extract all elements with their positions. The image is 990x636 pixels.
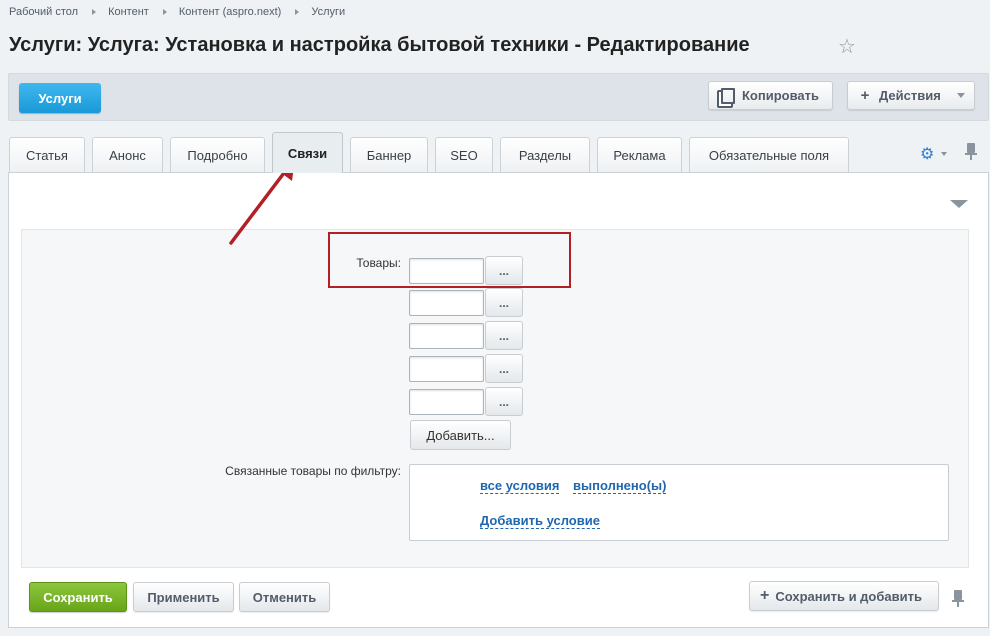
goods-browse-button[interactable]: ... bbox=[485, 387, 523, 416]
collapse-triangle-icon[interactable] bbox=[950, 200, 968, 208]
breadcrumb-item-services[interactable]: Услуги bbox=[311, 6, 345, 18]
goods-input[interactable] bbox=[409, 290, 484, 316]
plus-icon: + bbox=[860, 87, 870, 104]
copy-button-label: Копировать bbox=[742, 88, 820, 103]
add-goods-button[interactable]: Добавить... bbox=[410, 420, 511, 450]
save-and-add-label: Сохранить и добавить bbox=[775, 588, 922, 604]
page-title: Услуги: Услуга: Установка и настройка бы… bbox=[9, 34, 750, 56]
gear-icon[interactable]: ⚙ bbox=[920, 144, 934, 164]
save-button[interactable]: Сохранить bbox=[29, 582, 127, 612]
pin-icon[interactable] bbox=[965, 143, 977, 160]
chevron-down-icon[interactable] bbox=[941, 152, 947, 156]
breadcrumb-separator-icon bbox=[162, 9, 167, 15]
copy-icon bbox=[721, 87, 735, 104]
tab-seo[interactable]: SEO bbox=[435, 137, 493, 172]
breadcrumb-item-desktop[interactable]: Рабочий стол bbox=[9, 6, 78, 18]
filter-conditions-box bbox=[409, 464, 949, 541]
save-and-add-button[interactable]: + Сохранить и добавить bbox=[749, 581, 939, 611]
filter-all-conditions-link[interactable]: все условия bbox=[480, 478, 560, 494]
breadcrumb-separator-icon bbox=[92, 9, 97, 15]
goods-input[interactable] bbox=[409, 323, 484, 349]
favorite-star-icon[interactable]: ☆ bbox=[838, 36, 856, 58]
chevron-down-icon bbox=[957, 93, 965, 98]
apply-button[interactable]: Применить bbox=[133, 582, 234, 612]
goods-browse-button[interactable]: ... bbox=[485, 321, 523, 350]
tab-required-fields[interactable]: Обязательные поля bbox=[689, 137, 849, 172]
context-toolbar bbox=[8, 73, 989, 121]
goods-browse-button[interactable]: ... bbox=[485, 354, 523, 383]
actions-dropdown-button[interactable]: + Действия bbox=[847, 81, 975, 110]
tab-advertising[interactable]: Реклама bbox=[597, 137, 682, 172]
cancel-button[interactable]: Отменить bbox=[239, 582, 330, 612]
pin-icon[interactable] bbox=[952, 590, 964, 607]
copy-button[interactable]: Копировать bbox=[708, 81, 833, 110]
actions-button-label: Действия bbox=[879, 88, 941, 103]
tab-announce[interactable]: Анонс bbox=[92, 137, 163, 172]
filter-add-condition-link[interactable]: Добавить условие bbox=[480, 513, 600, 529]
breadcrumb-item-content-aspro[interactable]: Контент (aspro.next) bbox=[179, 6, 282, 18]
goods-browse-button[interactable]: ... bbox=[485, 288, 523, 317]
goods-input[interactable] bbox=[409, 356, 484, 382]
filter-fulfilled-link[interactable]: выполнено(ы) bbox=[573, 478, 667, 494]
goods-input[interactable] bbox=[409, 389, 484, 415]
tab-article[interactable]: Статья bbox=[9, 137, 85, 172]
filter-label: Связанные товары по фильтру: bbox=[225, 464, 401, 478]
tab-links[interactable]: Связи bbox=[272, 132, 343, 173]
breadcrumb: Рабочий стол Контент Контент (aspro.next… bbox=[9, 4, 345, 20]
breadcrumb-item-content[interactable]: Контент bbox=[108, 6, 149, 18]
annotation-highlight-box bbox=[328, 232, 571, 288]
tab-banner[interactable]: Баннер bbox=[350, 137, 428, 172]
plus-icon: + bbox=[760, 587, 770, 604]
breadcrumb-separator-icon bbox=[295, 9, 300, 15]
tab-sections[interactable]: Разделы bbox=[500, 137, 590, 172]
back-to-services-button[interactable]: Услуги bbox=[19, 83, 101, 113]
